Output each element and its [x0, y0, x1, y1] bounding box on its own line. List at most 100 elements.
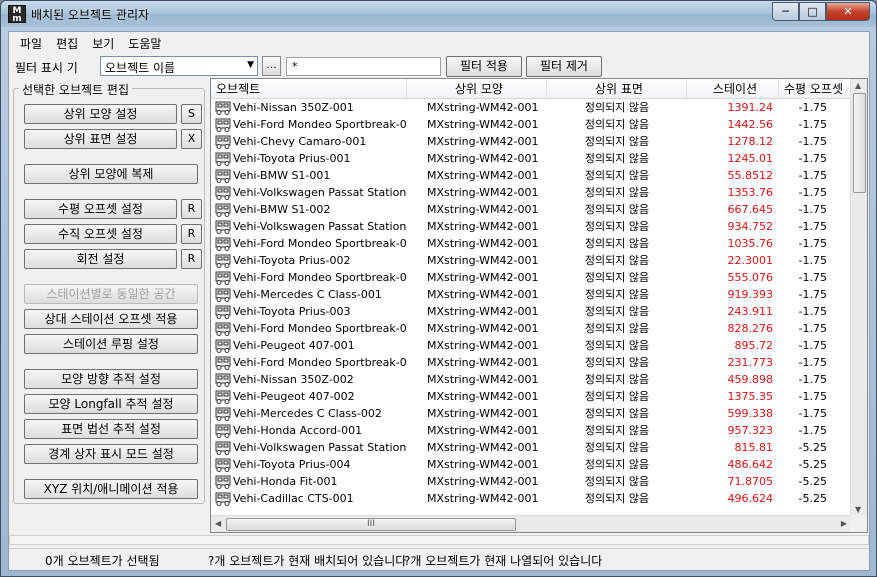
scroll-left-icon[interactable]: ◀	[215, 519, 221, 528]
minimize-button[interactable]: ─	[772, 2, 799, 21]
menu-view[interactable]: 보기	[85, 32, 121, 52]
table-row[interactable]: Vehi-Volkswagen Passat Station-... MXstri…	[211, 184, 851, 201]
reset-rotation-button[interactable]: R	[181, 249, 202, 269]
horizontal-scrollbar[interactable]: ◀ III ▶	[211, 515, 851, 532]
table-row[interactable]: Vehi-Ford Mondeo Sportbreak-003 MXstring-…	[211, 269, 851, 286]
table-row[interactable]: Vehi-Ford Mondeo Sportbreak-005 MXstring-…	[211, 354, 851, 371]
edit-selected-panel: 선택한 오브젝트 편집 상위 모양 설정 S 상위 표면 설정 X 상위 모양에…	[13, 81, 205, 504]
station-cell: 895.72	[734, 339, 774, 352]
set-station-looping-button[interactable]: 스테이션 루핑 설정	[24, 334, 198, 354]
column-header-station[interactable]: 스테이션	[687, 79, 779, 98]
table-row[interactable]: Vehi-Cadillac CTS-001 MXstring-WM42-001 정의…	[211, 490, 851, 507]
object-name-cell: Vehi-Ford Mondeo Sportbreak-003	[211, 269, 407, 286]
table-row[interactable]: Vehi-Nissan 350Z-001 MXstring-WM42-001 정의되…	[211, 99, 851, 116]
object-list[interactable]: 오브젝트 상위 모양 상위 표면 스테이션 수평 오프셋 Vehi-Nissan…	[210, 78, 868, 533]
reset-horizontal-offset-button[interactable]: R	[181, 199, 202, 219]
table-row[interactable]: Vehi-Ford Mondeo Sportbreak-002 MXstring-…	[211, 235, 851, 252]
set-bounding-box-mode-button[interactable]: 경계 상자 표시 모드 설정	[24, 444, 198, 464]
set-parent-surface-button[interactable]: 상위 표면 설정	[24, 129, 177, 149]
horizontal-scroll-thumb[interactable]: III	[226, 518, 516, 531]
table-row[interactable]: Vehi-Volkswagen Passat Station-... MXstri…	[211, 218, 851, 235]
vehicle-object-icon	[215, 390, 231, 404]
table-row[interactable]: Vehi-Mercedes C Class-001 MXstring-WM42-0…	[211, 286, 851, 303]
menu-edit[interactable]: 편집	[49, 32, 85, 52]
vertical-scrollbar[interactable]: ▲ ▼	[850, 79, 867, 516]
set-horizontal-offset-button[interactable]: 수평 오프셋 설정	[24, 199, 177, 219]
apply-filter-button[interactable]: 필터 적용	[446, 56, 522, 77]
table-row[interactable]: Vehi-Honda Accord-001 MXstring-WM42-001 정의…	[211, 422, 851, 439]
parent-surface-cell: 정의되지 않음	[584, 152, 650, 165]
column-header-parent-shape[interactable]: 상위 모양	[407, 79, 547, 98]
object-name-cell: Vehi-Volkswagen Passat Station-...	[211, 184, 407, 201]
vertical-scroll-thumb[interactable]	[853, 93, 866, 193]
parent-shape-cell: MXstring-WM42-001	[427, 458, 539, 471]
filter-browse-button[interactable]: ...	[262, 56, 281, 76]
column-header-parent-surface[interactable]: 상위 표면	[547, 79, 687, 98]
set-vertical-offset-button[interactable]: 수직 오프셋 설정	[24, 224, 177, 244]
horizontal-offset-cell: -1.75	[798, 135, 827, 148]
window-title: 배치된 오브젝트 관리자	[31, 8, 150, 22]
copy-to-parent-shape-button[interactable]: 상위 모양에 복제	[24, 164, 198, 184]
table-row[interactable]: Vehi-Honda Fit-001 MXstring-WM42-001 정의되지 …	[211, 473, 851, 490]
table-row[interactable]: Vehi-Toyota Prius-004 MXstring-WM42-001 정의…	[211, 456, 851, 473]
parent-surface-cell: 정의되지 않음	[584, 356, 650, 369]
filter-pattern-input[interactable]: *	[286, 57, 441, 76]
scroll-down-icon[interactable]: ▼	[855, 505, 861, 514]
horizontal-offset-cell: -1.75	[798, 305, 827, 318]
menu-file[interactable]: 파일	[13, 32, 49, 52]
clear-surface-button[interactable]: X	[181, 129, 202, 149]
parent-surface-cell: 정의되지 않음	[584, 254, 650, 267]
parent-shape-cell: MXstring-WM42-001	[427, 339, 539, 352]
table-row[interactable]: Vehi-Peugeot 407-001 MXstring-WM42-001 정의되…	[211, 337, 851, 354]
vehicle-object-icon	[215, 339, 231, 353]
parent-surface-cell: 정의되지 않음	[584, 135, 650, 148]
table-row[interactable]: Vehi-Ford Mondeo Sportbreak-001 MXstring-…	[211, 116, 851, 133]
set-shape-direction-tracking-button[interactable]: 모양 방향 추적 설정	[24, 369, 198, 389]
vehicle-object-icon	[215, 441, 231, 455]
object-name: Vehi-Mercedes C Class-002	[233, 407, 382, 420]
maximize-button[interactable]: □	[799, 2, 826, 21]
vehicle-object-icon	[215, 118, 231, 132]
object-name: Vehi-Cadillac CTS-001	[233, 492, 354, 505]
reset-vertical-offset-button[interactable]: R	[181, 224, 202, 244]
vehicle-object-icon	[215, 458, 231, 472]
set-rotation-button[interactable]: 회전 설정	[24, 249, 177, 269]
scroll-up-icon[interactable]: ▲	[855, 81, 861, 90]
table-row[interactable]: Vehi-Mercedes C Class-002 MXstring-WM42-0…	[211, 405, 851, 422]
table-row[interactable]: Vehi-Toyota Prius-002 MXstring-WM42-001 정의…	[211, 252, 851, 269]
parent-shape-cell: MXstring-WM42-001	[427, 407, 539, 420]
filter-field-select[interactable]: 오브젝트 이름 ▼	[100, 56, 258, 76]
table-row[interactable]: Vehi-Peugeot 407-002 MXstring-WM42-001 정의되…	[211, 388, 851, 405]
close-button[interactable]: ✕	[826, 2, 870, 21]
select-shape-button[interactable]: S	[181, 104, 202, 124]
station-cell: 22.3001	[727, 254, 774, 267]
object-name: Vehi-Chevy Camaro-001	[233, 135, 367, 148]
equal-spacing-by-station-button[interactable]: 스테이션별로 동일한 공간	[24, 284, 198, 304]
vehicle-object-icon	[215, 203, 231, 217]
parent-shape-cell: MXstring-WM42-001	[427, 271, 539, 284]
set-surface-normal-tracking-button[interactable]: 표면 법선 추적 설정	[24, 419, 198, 439]
table-row[interactable]: Vehi-BMW S1-002 MXstring-WM42-001 정의되지 않음 6…	[211, 201, 851, 218]
station-cell: 243.911	[727, 305, 774, 318]
vehicle-object-icon	[215, 492, 231, 506]
table-row[interactable]: Vehi-Ford Mondeo Sportbreak-004 MXstring-…	[211, 320, 851, 337]
set-shape-longfall-tracking-button[interactable]: 모양 Longfall 추적 설정	[24, 394, 198, 414]
parent-surface-cell: 정의되지 않음	[584, 203, 650, 216]
table-row[interactable]: Vehi-BMW S1-001 MXstring-WM42-001 정의되지 않음 5…	[211, 167, 851, 184]
table-row[interactable]: Vehi-Volkswagen Passat Station-... MXstri…	[211, 439, 851, 456]
apply-relative-station-offset-button[interactable]: 상대 스테이션 오프셋 적용	[24, 309, 198, 329]
table-row[interactable]: Vehi-Nissan 350Z-002 MXstring-WM42-001 정의되…	[211, 371, 851, 388]
table-row[interactable]: Vehi-Toyota Prius-001 MXstring-WM42-001 정의…	[211, 150, 851, 167]
title-bar[interactable]: Mm 배치된 오브젝트 관리자 ─ □ ✕	[1, 1, 876, 27]
remove-filter-button[interactable]: 필터 제거	[526, 56, 602, 77]
column-header-object[interactable]: 오브젝트	[211, 79, 407, 98]
menu-help[interactable]: 도움말	[121, 32, 168, 52]
scroll-right-icon[interactable]: ▶	[841, 519, 847, 528]
apply-xyz-animation-button[interactable]: XYZ 위치/애니메이션 적용	[24, 479, 198, 499]
object-name: Vehi-Ford Mondeo Sportbreak-001	[233, 118, 407, 131]
table-row[interactable]: Vehi-Toyota Prius-003 MXstring-WM42-001 정의…	[211, 303, 851, 320]
column-header-horizontal-offset[interactable]: 수평 오프셋	[779, 79, 851, 98]
object-name: Vehi-Volkswagen Passat Station-...	[233, 220, 407, 233]
set-parent-shape-button[interactable]: 상위 모양 설정	[24, 104, 177, 124]
table-row[interactable]: Vehi-Chevy Camaro-001 MXstring-WM42-001 정의…	[211, 133, 851, 150]
